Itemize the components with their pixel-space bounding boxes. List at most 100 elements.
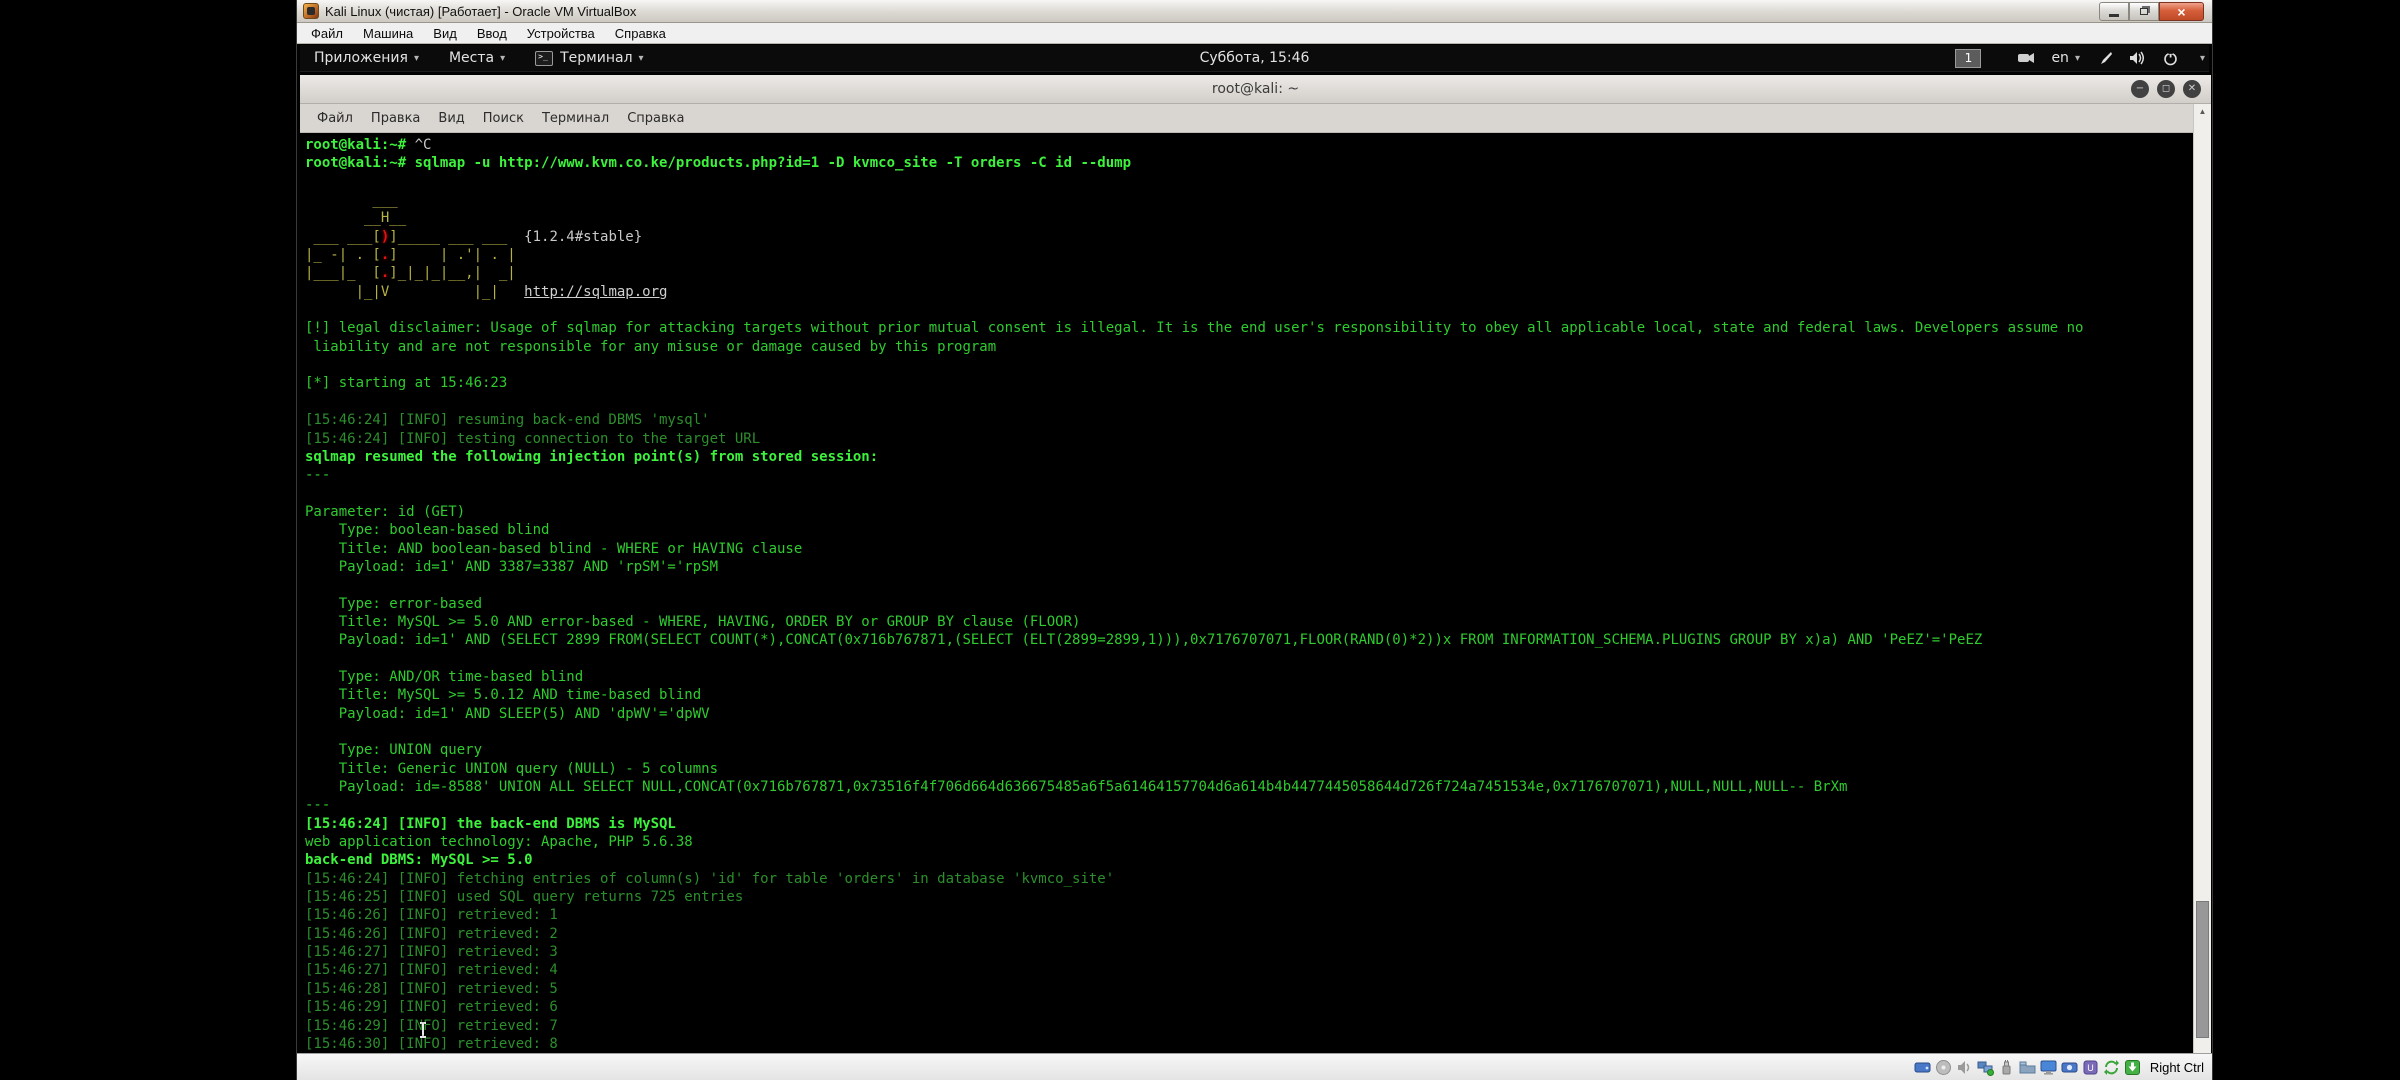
host-menu-item[interactable]: Машина <box>353 24 423 43</box>
terminal-line: --- <box>305 466 2193 484</box>
terminal-minimize-button[interactable]: − <box>2131 80 2149 98</box>
host-menu-item[interactable]: Ввод <box>467 24 517 43</box>
camera-icon[interactable] <box>2016 49 2036 67</box>
terminal-line <box>305 173 2193 191</box>
terminal-menu-item[interactable]: Поиск <box>474 107 533 130</box>
speaker-icon[interactable] <box>2128 49 2148 67</box>
applications-menu[interactable]: Приложения ▾ <box>306 50 427 66</box>
panel-right: 1 en ▾ ▾ <box>1955 45 2205 71</box>
caret-down-icon[interactable]: ▾ <box>2200 53 2205 64</box>
terminal-line <box>305 356 2193 374</box>
host-menu-item[interactable]: Справка <box>605 24 676 43</box>
places-menu[interactable]: Места ▾ <box>441 50 513 66</box>
terminal-maximize-button[interactable]: ◻ <box>2157 80 2175 98</box>
terminal-line: Type: AND/OR time-based blind <box>305 668 2193 686</box>
host-menu-item[interactable]: Вид <box>423 24 467 43</box>
virtualbox-window: Kali Linux (чистая) [Работает] - Oracle … <box>296 0 2213 1080</box>
workspace-indicator[interactable]: 1 <box>1955 49 1981 68</box>
terminal-line: [!] legal disclaimer: Usage of sqlmap fo… <box>305 319 2193 337</box>
host-key-label: Right Ctrl <box>2150 1060 2204 1075</box>
terminal-line: root@kali:~# ^C <box>305 136 2193 154</box>
terminal-output[interactable]: root@kali:~# ^Croot@kali:~# sqlmap -u ht… <box>300 133 2193 1053</box>
terminal-line: [15:46:24] [INFO] the back-end DBMS is M… <box>305 815 2193 833</box>
terminal-line: [15:46:25] [INFO] used SQL query returns… <box>305 888 2193 906</box>
terminal-menu-item[interactable]: Файл <box>308 107 362 130</box>
terminal-menu-item[interactable]: Правка <box>362 107 429 130</box>
terminal-line: Payload: id=-8588' UNION ALL SELECT NULL… <box>305 778 2193 796</box>
display-icon[interactable] <box>2040 1059 2057 1076</box>
statusbar-icons: U <box>1914 1059 2141 1076</box>
terminal-line: |___|_ [.]_|_|_|__,| _| <box>305 264 2193 282</box>
terminal-line: back-end DBMS: MySQL >= 5.0 <box>305 851 2193 869</box>
terminal-line: liability and are not responsible for an… <box>305 338 2193 356</box>
terminal-line <box>305 301 2193 319</box>
minimize-button[interactable] <box>2099 2 2129 21</box>
caret-down-icon: ▾ <box>639 53 644 64</box>
terminal-line: Type: UNION query <box>305 741 2193 759</box>
optical-drives-icon[interactable] <box>1935 1059 1952 1076</box>
terminal-line: sqlmap resumed the following injection p… <box>305 448 2193 466</box>
host-titlebar[interactable]: Kali Linux (чистая) [Работает] - Oracle … <box>297 0 2212 23</box>
keyboard-icon[interactable] <box>2124 1059 2141 1076</box>
terminal-line <box>305 485 2193 503</box>
terminal-menu-item[interactable]: Терминал <box>533 107 618 130</box>
terminal-app-menu[interactable]: Терминал ▾ <box>527 50 651 66</box>
terminal-icon <box>535 51 553 66</box>
terminal-line <box>305 650 2193 668</box>
terminal-menu-item[interactable]: Вид <box>429 107 473 130</box>
terminal-line: Title: MySQL >= 5.0 AND error-based - WH… <box>305 613 2193 631</box>
terminal-line: [15:46:28] [INFO] retrieved: 5 <box>305 980 2193 998</box>
terminal-line: Title: Generic UNION query (NULL) - 5 co… <box>305 760 2193 778</box>
terminal-line: Type: boolean-based blind <box>305 521 2193 539</box>
panel-left: Приложения ▾ Места ▾ Терминал ▾ <box>306 50 652 66</box>
terminal-titlebar[interactable]: root@kali: ~ − ◻ ✕ <box>300 75 2211 104</box>
host-menu-item[interactable]: Файл <box>301 24 353 43</box>
terminal-window-buttons: − ◻ ✕ <box>2131 80 2201 98</box>
terminal-line: ___ <box>305 191 2193 209</box>
close-icon: × <box>2177 4 2185 20</box>
host-menu-item[interactable]: Устройства <box>517 24 605 43</box>
caret-down-icon: ▾ <box>414 53 419 64</box>
host-window-title: Kali Linux (чистая) [Работает] - Oracle … <box>325 4 636 19</box>
terminal-app-label: Терминал <box>560 50 632 66</box>
maximize-button[interactable] <box>2129 2 2159 21</box>
terminal-scrollbar[interactable]: ▲ <box>2193 104 2211 1053</box>
applications-label: Приложения <box>314 50 408 66</box>
power-icon[interactable] <box>2161 49 2181 67</box>
terminal-line <box>305 576 2193 594</box>
shared-folders-icon[interactable] <box>2019 1059 2036 1076</box>
audio-icon[interactable] <box>1956 1059 1973 1076</box>
terminal-line: [15:46:29] [INFO] retrieved: 6 <box>305 998 2193 1016</box>
keyboard-layout-indicator[interactable]: en ▾ <box>2049 45 2082 71</box>
terminal-line <box>305 723 2193 741</box>
terminal-line: web application technology: Apache, PHP … <box>305 833 2193 851</box>
brush-icon[interactable] <box>2095 49 2115 67</box>
clock[interactable]: Суббота, 15:46 <box>1190 45 1320 71</box>
terminal-line: |_|V |_| http://sqlmap.org <box>305 283 2193 301</box>
terminal-line: [15:46:24] [INFO] testing connection to … <box>305 430 2193 448</box>
terminal-line: [15:46:27] [INFO] retrieved: 3 <box>305 943 2193 961</box>
terminal-line: [*] starting at 15:46:23 <box>305 374 2193 392</box>
network-icon[interactable] <box>1977 1059 1994 1076</box>
close-button[interactable]: × <box>2159 2 2204 21</box>
hard-disks-icon[interactable] <box>1914 1059 1931 1076</box>
terminal-menu-item[interactable]: Справка <box>618 107 693 130</box>
places-label: Места <box>449 50 494 66</box>
vbox-statusbar: U Right Ctrl <box>297 1053 2212 1080</box>
terminal-line: root@kali:~# sqlmap -u http://www.kvm.co… <box>305 154 2193 172</box>
vm-window-icon <box>303 3 319 19</box>
terminal-line: Payload: id=1' AND (SELECT 2899 FROM(SEL… <box>305 631 2193 649</box>
features-icon[interactable]: U <box>2082 1059 2099 1076</box>
terminal-title: root@kali: ~ <box>1212 81 1299 97</box>
terminal-line: Payload: id=1' AND 3387=3387 AND 'rpSM'=… <box>305 558 2193 576</box>
terminal-line: |_ -| . [.] | .'| . | <box>305 246 2193 264</box>
usb-icon[interactable] <box>1998 1059 2015 1076</box>
scroll-up-arrow[interactable]: ▲ <box>2194 107 2211 116</box>
mouse-integration-icon[interactable] <box>2103 1059 2120 1076</box>
terminal-line: [15:46:24] [INFO] resuming back-end DBMS… <box>305 411 2193 429</box>
vm-screen: Приложения ▾ Места ▾ Терминал ▾ Суббота,… <box>297 44 2212 1053</box>
scrollbar-thumb[interactable] <box>2196 901 2209 1038</box>
terminal-close-button[interactable]: ✕ <box>2183 80 2201 98</box>
terminal-line: Title: AND boolean-based blind - WHERE o… <box>305 540 2193 558</box>
video-capture-icon[interactable] <box>2061 1059 2078 1076</box>
